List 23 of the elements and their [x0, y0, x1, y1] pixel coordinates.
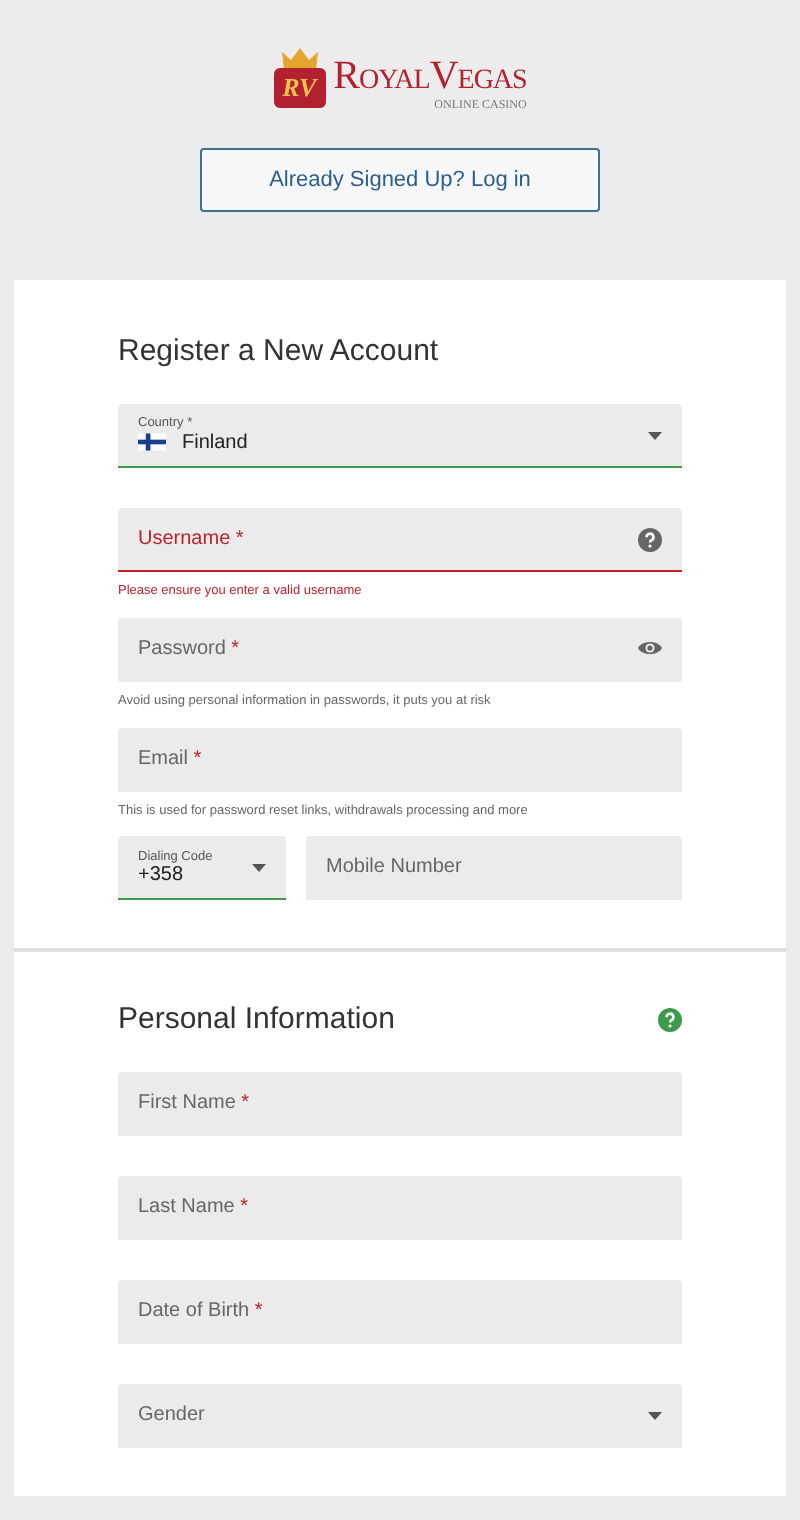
field-label: Gender [138, 1402, 207, 1431]
input-field[interactable]: Date of Birth * [118, 1280, 682, 1345]
login-button[interactable]: Already Signed Up? Log in [200, 148, 600, 212]
field-label: First Name * [138, 1090, 252, 1119]
field-value: Finland [182, 431, 248, 454]
input-field[interactable]: Password * [118, 617, 682, 682]
field-label: Email * [138, 745, 204, 773]
section-title: Register a New Account [118, 332, 439, 372]
section-title: Personal Information [118, 1000, 395, 1041]
field-label: Last Name * [138, 1194, 251, 1223]
input-field[interactable]: Mobile Number [306, 836, 682, 901]
logo-text: RoyalVegas [333, 56, 527, 96]
select-field[interactable]: Gender [118, 1384, 682, 1449]
field-label: Date of Birth * [138, 1298, 265, 1327]
input-field[interactable]: First Name * [118, 1072, 682, 1137]
field-label: Password * [138, 635, 242, 664]
field-label: Mobile Number [326, 854, 464, 883]
input-field[interactable]: Email * [118, 727, 682, 791]
logo-badge: RV [273, 68, 326, 108]
input-field[interactable]: Last Name * [118, 1176, 682, 1241]
input-field[interactable]: Username * [118, 508, 682, 572]
field-value: +358 [138, 863, 184, 886]
field-label: Username * [138, 526, 246, 554]
